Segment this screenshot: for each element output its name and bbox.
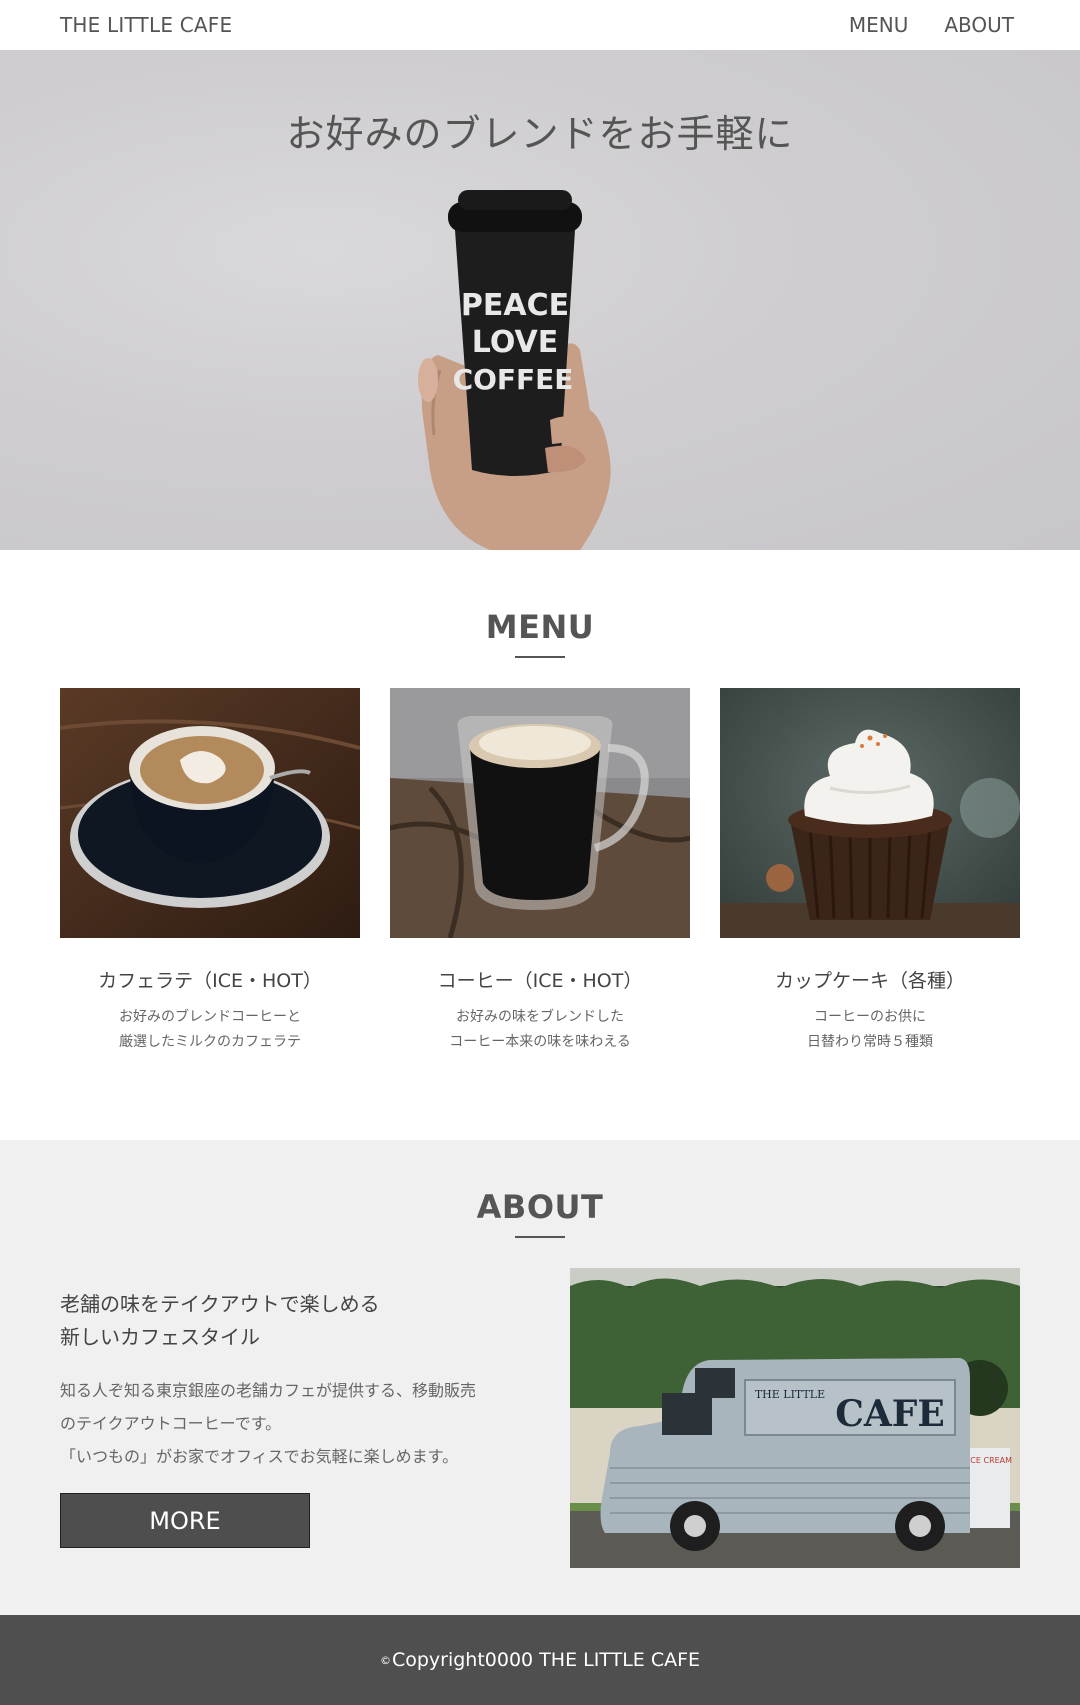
- cafe-truck-photo: ICE CREAM THE LITTLE CAFE: [570, 1268, 1020, 1568]
- hero-banner: お好みのブレンドをお手軽に PEACE LOVE COFFEE: [0, 50, 1080, 550]
- cup-text-peace: PEACE: [461, 288, 569, 323]
- menu-item-description: コーヒーのお供に 日替わり常時５種類: [720, 1005, 1020, 1055]
- menu-item-name: カフェラテ（ICE・HOT）: [98, 970, 322, 992]
- menu-item-desc-line: 日替わり常時５種類: [807, 1034, 933, 1050]
- about-title-divider: [515, 1236, 565, 1238]
- menu-item-desc-line: 厳選したミルクのカフェラテ: [119, 1034, 301, 1050]
- menu-item-name: カップケーキ（各種）: [774, 970, 965, 992]
- about-heading-line: 新しいカフェスタイル: [60, 1325, 260, 1349]
- menu-grid: カフェラテ（ICE・HOT） お好みのブレンドコーヒーと 厳選したミルクのカフェ…: [0, 688, 1080, 1055]
- about-paragraph-line: 知る人ぞ知る東京銀座の老舗カフェが提供する、移動販売: [60, 1381, 477, 1400]
- about-paragraph: 知る人ぞ知る東京銀座の老舗カフェが提供する、移動販売 のテイクアウトコーヒーです…: [60, 1374, 540, 1473]
- hero-coffee-cup-image: PEACE LOVE COFFEE: [418, 190, 611, 550]
- hero-title: お好みのブレンドをお手軽に: [286, 112, 794, 156]
- about-paragraph-line: のテイクアウトコーヒーです。: [60, 1414, 282, 1433]
- cup-text-love: LOVE: [472, 325, 558, 360]
- about-text: 老舗の味をテイクアウトで楽しめる 新しいカフェスタイル 知る人ぞ知る東京銀座の老…: [60, 1268, 540, 1568]
- truck-sign-small: THE LITTLE: [755, 1388, 825, 1401]
- about-heading-line: 老舗の味をテイクアウトで楽しめる: [60, 1292, 380, 1316]
- menu-item-desc-line: コーヒー本来の味を味わえる: [449, 1034, 631, 1050]
- menu-item-desc-line: お好みの味をブレンドした: [456, 1009, 624, 1025]
- menu-section-title: MENU: [485, 608, 595, 646]
- about-heading: 老舗の味をテイクアウトで楽しめる 新しいカフェスタイル: [60, 1288, 540, 1354]
- coffee-photo: [390, 688, 690, 938]
- about-paragraph-line: 「いつもの」がお家でオフィスでお気軽に楽しめます。: [60, 1447, 459, 1466]
- ice-cream-sign: ICE CREAM: [968, 1456, 1012, 1465]
- menu-item-description: お好みの味をブレンドした コーヒー本来の味を味わえる: [390, 1005, 690, 1055]
- menu-item-desc-line: お好みのブレンドコーヒーと: [119, 1009, 301, 1025]
- truck-sign-big: CAFE: [835, 1393, 945, 1435]
- cup-text-coffee: COFFEE: [453, 363, 574, 396]
- copyright-text: Copyright0000 THE LITTLE CAFE: [391, 1649, 701, 1671]
- cupcake-photo: [720, 688, 1020, 938]
- main-nav: MENU ABOUT: [849, 13, 1014, 37]
- copyright-symbol: ©: [379, 1653, 391, 1667]
- site-footer: © Copyright0000 THE LITTLE CAFE: [0, 1615, 1080, 1705]
- menu-card-cafe-latte: カフェラテ（ICE・HOT） お好みのブレンドコーヒーと 厳選したミルクのカフェ…: [60, 688, 360, 1055]
- menu-item-name: コーヒー（ICE・HOT）: [437, 970, 643, 992]
- cafe-latte-photo: [60, 688, 360, 938]
- about-section-title: ABOUT: [476, 1188, 604, 1226]
- menu-item-desc-line: コーヒーのお供に: [814, 1009, 926, 1025]
- site-logo[interactable]: THE LITTLE CAFE: [60, 13, 232, 37]
- about-section: ABOUT 老舗の味をテイクアウトで楽しめる 新しいカフェスタイル 知る人ぞ知る…: [0, 1140, 1080, 1615]
- menu-card-coffee: コーヒー（ICE・HOT） お好みの味をブレンドした コーヒー本来の味を味わえる: [390, 688, 690, 1055]
- menu-section: MENU カフェラテ（ICE・HOT） お好みのブレンドコーヒーと 厳選したミル…: [0, 550, 1080, 1140]
- menu-title-divider: [515, 656, 565, 658]
- menu-card-cupcake: カップケーキ（各種） コーヒーのお供に 日替わり常時５種類: [720, 688, 1020, 1055]
- more-button[interactable]: MORE: [60, 1493, 310, 1548]
- nav-link-about[interactable]: ABOUT: [944, 13, 1014, 37]
- about-body: 老舗の味をテイクアウトで楽しめる 新しいカフェスタイル 知る人ぞ知る東京銀座の老…: [0, 1268, 1080, 1568]
- site-header: THE LITTLE CAFE MENU ABOUT: [0, 0, 1080, 50]
- nav-link-menu[interactable]: MENU: [849, 13, 909, 37]
- menu-item-description: お好みのブレンドコーヒーと 厳選したミルクのカフェラテ: [60, 1005, 360, 1055]
